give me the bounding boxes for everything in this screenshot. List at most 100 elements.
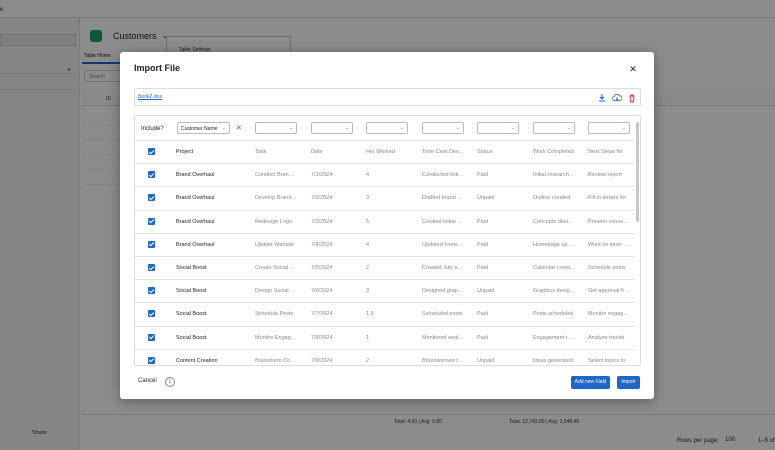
table-cell: Fill in details for <box>588 195 627 202</box>
include-label: Include? <box>141 126 164 132</box>
column-header: Work Completed <box>533 149 574 155</box>
table-cell: Schedule posts <box>588 265 626 271</box>
file-link[interactable]: Book2.xlsx <box>138 94 162 100</box>
column-header: Time Card Description <box>422 149 465 155</box>
table-cell: 2 <box>366 265 370 271</box>
table-cell: Review report <box>588 172 622 179</box>
preview-data-row: Social Boost Schedule Posts 7/7/2024 1.5 Sch… <box>135 302 635 325</box>
download-icon[interactable] <box>597 93 607 103</box>
include-row-checkbox[interactable] <box>148 264 155 271</box>
table-cell: Paid <box>477 241 489 248</box>
table-cell: Social Boost <box>176 334 207 341</box>
field-map-select-3[interactable]: ⌄ <box>311 122 353 134</box>
cloud-download-icon[interactable] <box>612 93 622 103</box>
close-icon[interactable]: ✕ <box>627 64 639 74</box>
chevron-down-icon: ⌄ <box>221 125 226 131</box>
table-cell: Monitored analytics <box>422 334 465 341</box>
clear-mapping-icon[interactable]: ✕ <box>236 124 242 132</box>
preview-data-row: Brand Overhaul Develop Brand Strategy 7/2/… <box>135 186 635 209</box>
chevron-down-icon: ⌄ <box>621 125 626 131</box>
chevron-down-icon: ⌄ <box>344 125 349 131</box>
table-cell: 5 <box>366 218 370 225</box>
preview-data-row: Brand Overhaul Conduct Brand Audit 7/1/202… <box>135 163 635 186</box>
file-bar: Book2.xlsx <box>134 88 641 106</box>
table-cell: Engagement reviewed <box>533 334 576 341</box>
table-cell: Brand Overhaul <box>176 172 215 179</box>
column-header: Task <box>255 149 267 155</box>
preview-data-row: Social Boost Create Social Calendar 7/5/20… <box>135 256 635 279</box>
table-cell: Unpaid <box>477 357 495 364</box>
table-cell: Outline created <box>533 195 571 202</box>
table-cell: Select topics to <box>588 357 626 364</box>
preview-data-row: Brand Overhaul Redesign Logo 7/3/2024 5 Crea… <box>135 209 635 233</box>
scrollbar[interactable] <box>636 122 639 222</box>
table-cell: Homepage updated <box>533 241 576 248</box>
table-cell: Paid <box>477 311 489 318</box>
table-cell: Ideas generated <box>533 357 573 364</box>
table-cell: 4 <box>366 241 370 248</box>
include-row-checkbox[interactable] <box>148 171 155 179</box>
table-cell: Conduct Brand Audit <box>255 172 297 179</box>
preview-header-row: Project Task Date Hrs Worked Time Card Descr… <box>135 140 635 163</box>
table-cell: Monitor engagement <box>588 311 630 318</box>
column-header: Hrs Worked <box>366 149 395 155</box>
table-cell: Concepts designed <box>533 218 576 225</box>
table-cell: 3 <box>366 195 370 202</box>
preview-data-row: Social Boost Design Social Graphics 7/6/20… <box>135 279 635 302</box>
table-cell: Monitor Engagement <box>255 334 297 341</box>
include-row-checkbox[interactable] <box>148 333 155 341</box>
chevron-down-icon: ⌄ <box>288 125 293 131</box>
preview-table: Include? Customer Name ⌄ ✕ ⌄ ⌄ ⌄ ⌄ ⌄ ⌄ ⌄ … <box>134 115 641 366</box>
table-cell: 1.5 <box>366 311 374 318</box>
include-all-checkbox[interactable] <box>148 148 155 155</box>
column-header: Next Steps for <box>588 149 623 155</box>
info-icon[interactable]: i <box>165 377 175 387</box>
table-cell: 1 <box>366 334 370 341</box>
field-map-select-5[interactable]: ⌄ <box>422 122 464 134</box>
include-row-checkbox[interactable] <box>148 217 155 225</box>
table-cell: Conducted initial audit <box>422 172 465 179</box>
field-map-select-8[interactable]: ⌄ <box>588 122 630 134</box>
field-map-select-2[interactable]: ⌄ <box>255 122 297 134</box>
modal-title: Import File <box>134 63 181 73</box>
table-cell: 7/8/2024 <box>311 334 333 341</box>
table-cell: Brainstorm Content <box>255 357 297 364</box>
table-cell: Scheduled posts <box>422 311 463 318</box>
field-map-select-1[interactable]: Customer Name ⌄ <box>177 122 230 134</box>
table-cell: Social Boost <box>176 311 207 318</box>
table-cell: Create Social Calendar <box>255 265 297 271</box>
chevron-down-icon: ⌄ <box>399 125 404 131</box>
table-cell: Created initial concepts <box>422 218 465 225</box>
include-row-checkbox[interactable] <box>148 287 155 295</box>
field-map-select-4[interactable]: ⌄ <box>366 122 408 134</box>
cancel-button[interactable]: Cancel <box>138 378 157 384</box>
field-map-select-7[interactable]: ⌄ <box>533 122 575 134</box>
field-map-select-6[interactable]: ⌄ <box>477 122 519 134</box>
include-row-checkbox[interactable] <box>148 310 155 318</box>
include-row-checkbox[interactable] <box>148 356 155 364</box>
table-cell: Posts scheduled <box>533 311 574 318</box>
preview-data-row: Content Creation Brainstorm Content 7/9/20… <box>135 348 635 365</box>
include-row-checkbox[interactable] <box>148 240 155 248</box>
table-cell: 7/1/2024 <box>311 172 333 179</box>
table-cell: Brainstormed topics <box>422 357 465 364</box>
table-cell: 7/3/2024 <box>311 218 333 225</box>
table-cell: Unpaid <box>477 195 495 202</box>
trash-icon[interactable] <box>627 93 637 103</box>
table-cell: Brand Overhaul <box>176 218 215 225</box>
add-new-field-button[interactable]: Add new Field <box>571 376 610 389</box>
table-cell: 7/7/2024 <box>311 311 333 318</box>
table-cell: Brand Overhaul <box>176 241 215 248</box>
include-row-checkbox[interactable] <box>148 194 155 202</box>
chevron-down-icon: ⌄ <box>566 125 571 131</box>
table-cell: Paid <box>477 265 489 271</box>
table-cell: Design Social Graphics <box>255 288 297 295</box>
table-cell: Present concepts <box>588 218 630 225</box>
column-header: Status <box>477 149 493 155</box>
table-cell: 7/5/2024 <box>311 265 333 271</box>
table-cell: Analyze trends <box>588 334 625 341</box>
import-button[interactable]: Import <box>617 376 640 389</box>
table-cell: Paid <box>477 218 489 225</box>
field-map-value: Customer Name <box>181 126 218 132</box>
chevron-down-icon: ⌄ <box>455 125 460 131</box>
